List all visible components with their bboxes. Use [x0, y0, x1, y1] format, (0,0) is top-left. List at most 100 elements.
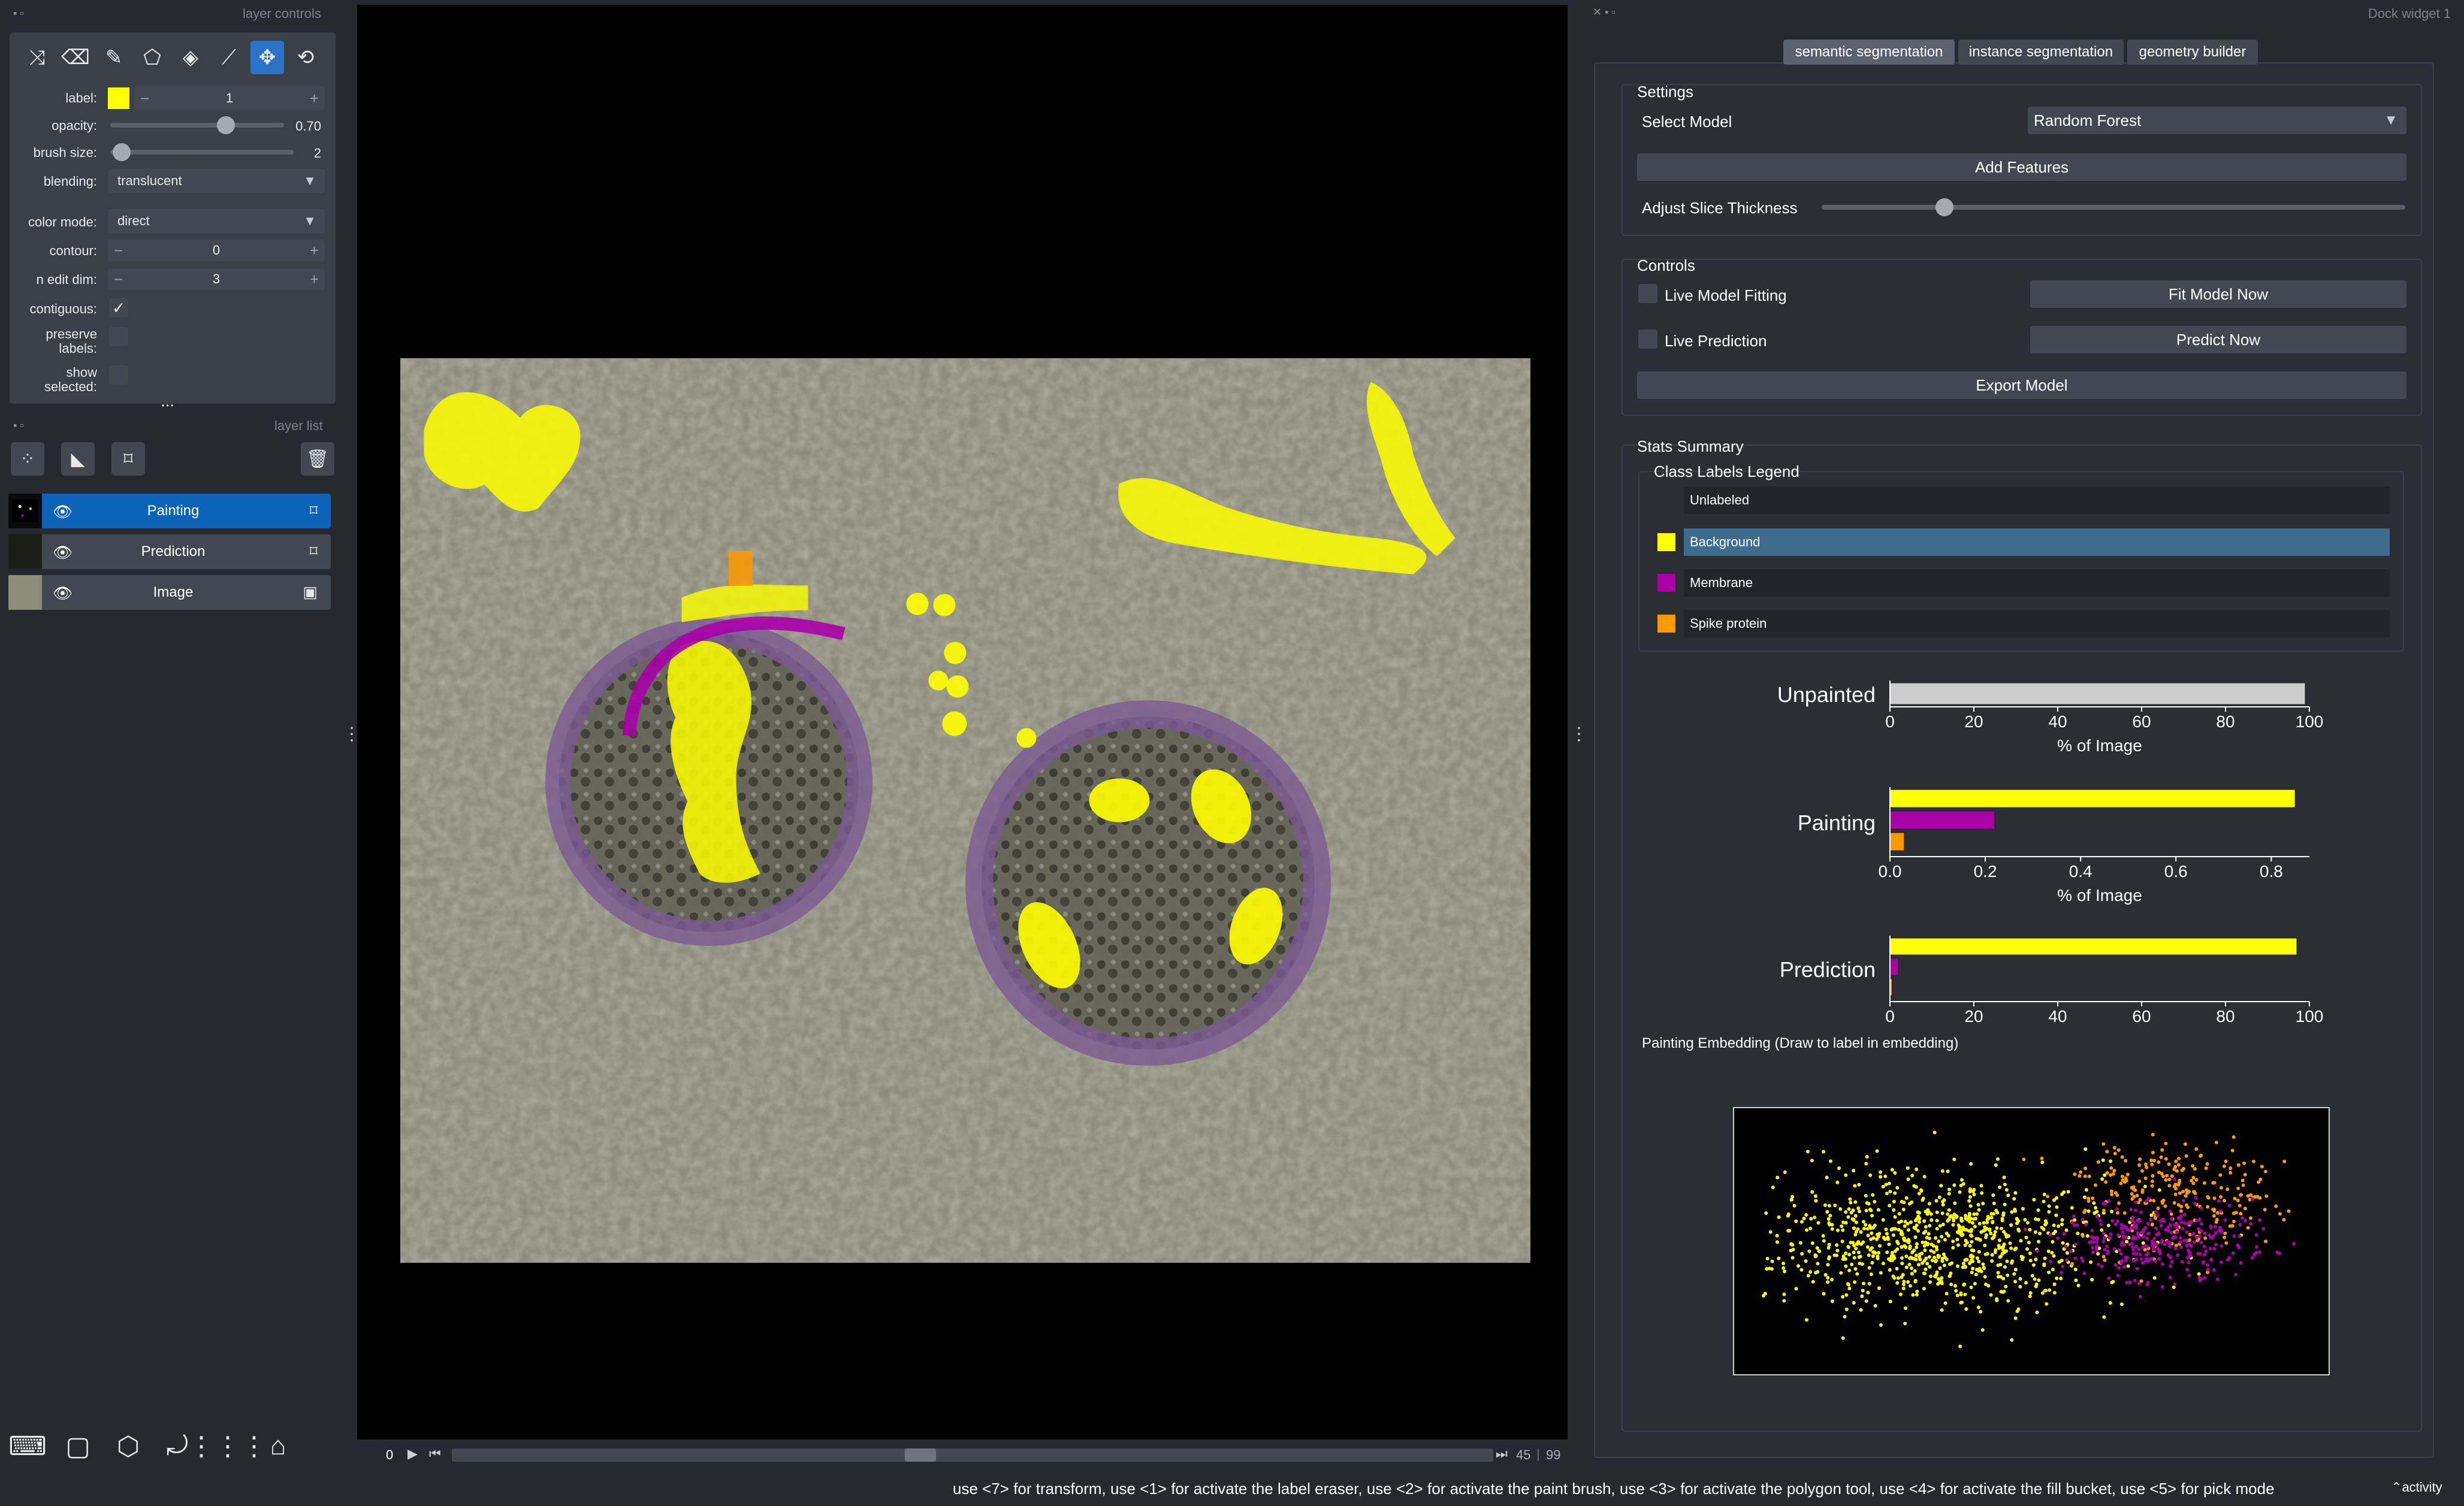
scatter-point	[1973, 1281, 1977, 1286]
layer-row-painting[interactable]: 👁 Painting ⌑	[8, 494, 331, 528]
brush-size-slider-handle[interactable]	[113, 143, 131, 161]
shapes-icon: ◣	[71, 449, 85, 469]
dock-close-icon[interactable]: ✕ ▪ ▫	[1593, 6, 1616, 19]
embedding-scatter-plot[interactable]	[1733, 1107, 2330, 1375]
scatter-point	[1958, 1344, 1962, 1348]
contour-value[interactable]: 0	[108, 243, 325, 258]
scatter-point	[1775, 1240, 1779, 1244]
layer-name[interactable]: Painting	[64, 494, 283, 528]
play-icon[interactable]: ▶	[407, 1446, 418, 1462]
show-selected-checkbox[interactable]	[109, 365, 128, 385]
scatter-point	[1821, 1233, 1825, 1238]
add-features-button[interactable]: Add Features	[1637, 153, 2406, 181]
fill-bucket-tool-button[interactable]: ◈	[174, 41, 207, 74]
new-labels-layer-button[interactable]: ⌑	[111, 442, 145, 476]
n-edit-dim-spinbox[interactable]: − 3 +	[108, 268, 325, 290]
scatter-point	[1971, 1266, 1975, 1271]
n-edit-dim-value[interactable]: 3	[108, 271, 325, 287]
layer-name[interactable]: Prediction	[64, 534, 283, 569]
bar-1-1	[1889, 811, 1995, 830]
scatter-point	[1783, 1269, 1787, 1274]
scatter-point	[2141, 1230, 2145, 1234]
viewer-canvas[interactable]	[357, 5, 1568, 1440]
scatter-point	[1873, 1251, 1877, 1255]
home-button[interactable]: ⌂	[260, 1428, 296, 1464]
console-button[interactable]: ⌨	[8, 1428, 47, 1464]
scatter-point	[2258, 1218, 2262, 1222]
opacity-slider-track[interactable]	[110, 123, 284, 128]
console-icon: ⌨	[8, 1431, 47, 1461]
scatter-point	[1937, 1239, 1941, 1244]
export-model-button[interactable]: Export Model	[1637, 371, 2406, 399]
slice-thickness-handle[interactable]	[1935, 198, 1953, 216]
scatter-point	[1956, 1243, 1960, 1247]
scatter-point	[1916, 1263, 1921, 1267]
opacity-slider-handle[interactable]	[217, 116, 235, 134]
scatter-point	[2239, 1193, 2243, 1197]
predict-now-button[interactable]: Predict Now	[2030, 326, 2406, 353]
step-forward-icon[interactable]: ⏭	[1496, 1446, 1508, 1462]
layer-row-prediction[interactable]: 👁 Prediction ⌑	[8, 534, 331, 569]
panel-float-icon[interactable]: ▪ ▫	[13, 419, 24, 432]
tab-instance-segmentation[interactable]: instance segmentation	[1958, 40, 2124, 65]
slice-thickness-track[interactable]	[1822, 205, 2405, 210]
legend-row-spike-protein[interactable]: Spike protein	[1684, 610, 2390, 637]
splitter-handle[interactable]: • • •	[162, 401, 173, 410]
blending-select[interactable]: translucent ▼	[108, 169, 325, 193]
image-layer-view[interactable]	[400, 358, 1530, 1263]
panel-float-icon[interactable]: ▪ ▫	[13, 7, 24, 20]
scatter-point	[1903, 1321, 1907, 1326]
shuffle-tool-button[interactable]: ⤨	[20, 41, 54, 74]
scatter-point	[2181, 1227, 2185, 1231]
contour-spinbox[interactable]: − 0 +	[108, 240, 325, 261]
brush-size-slider-track[interactable]	[110, 150, 294, 155]
roll-dims-button[interactable]: ⬡	[110, 1428, 146, 1464]
dims-slider-track[interactable]	[452, 1448, 1493, 1462]
scatter-point	[2263, 1169, 2267, 1174]
label-increment[interactable]: +	[310, 89, 319, 108]
fit-model-now-button[interactable]: Fit Model Now	[2030, 280, 2406, 308]
live-prediction-checkbox[interactable]	[1638, 329, 1657, 349]
new-shapes-layer-button[interactable]: ◣	[61, 442, 95, 476]
contiguous-checkbox[interactable]: ✓	[109, 298, 128, 317]
step-back-icon[interactable]: ⏮	[429, 1446, 441, 1462]
model-select[interactable]: Random Forest ▼	[2028, 107, 2406, 134]
legend-row-unlabeled[interactable]: Unlabeled	[1684, 486, 2390, 514]
scatter-point	[1959, 1232, 1963, 1236]
scatter-point	[1804, 1318, 1808, 1322]
layer-row-image[interactable]: 👁 Image ▣	[8, 575, 331, 610]
label-spinbox[interactable]: − 1 +	[134, 86, 325, 110]
new-points-layer-button[interactable]: ⁘	[11, 442, 44, 476]
preserve-labels-checkbox[interactable]	[109, 327, 128, 346]
scatter-point	[1901, 1207, 1906, 1211]
label-color-swatch[interactable]	[108, 87, 129, 109]
dims-slider-handle[interactable]	[905, 1448, 937, 1462]
scatter-point	[1868, 1224, 1872, 1228]
legend-row-membrane[interactable]: Membrane	[1684, 569, 2390, 597]
activity-button[interactable]: ⌃activity	[2391, 1480, 2442, 1495]
scatter-point	[2212, 1268, 2216, 1272]
tab-semantic-segmentation[interactable]: semantic segmentation	[1783, 40, 1955, 65]
tab-geometry-builder[interactable]: geometry builder	[2127, 40, 2258, 65]
scatter-point	[1990, 1236, 1994, 1241]
pan-zoom-tool-button[interactable]: ✥	[250, 41, 284, 74]
layer-name[interactable]: Image	[64, 575, 283, 610]
ndisplay-button[interactable]: ▢	[60, 1428, 96, 1464]
paint-brush-tool-button[interactable]: ✎	[97, 41, 131, 74]
n-edit-dim-increment[interactable]: +	[310, 270, 319, 289]
grid-button[interactable]: ⋮⋮⋮	[188, 1428, 267, 1464]
color-picker-tool-button[interactable]: ⟋	[212, 41, 246, 74]
dims-current-value[interactable]: 45	[1516, 1447, 1530, 1463]
transform-tool-button[interactable]: ⟲	[289, 41, 322, 74]
label-value[interactable]: 1	[134, 90, 325, 106]
scatter-point	[1929, 1248, 1933, 1253]
scatter-point	[1940, 1281, 1944, 1286]
legend-row-background[interactable]: Background	[1684, 528, 2390, 556]
delete-layer-button[interactable]: 🗑	[301, 442, 334, 476]
contour-increment[interactable]: +	[310, 241, 319, 260]
eraser-tool-button[interactable]: ⌫	[59, 41, 92, 74]
polygon-tool-button[interactable]: ⬠	[135, 41, 169, 74]
scatter-point	[2048, 1260, 2052, 1264]
live-model-fitting-checkbox[interactable]	[1638, 284, 1657, 303]
color-mode-select[interactable]: direct ▼	[108, 209, 325, 233]
